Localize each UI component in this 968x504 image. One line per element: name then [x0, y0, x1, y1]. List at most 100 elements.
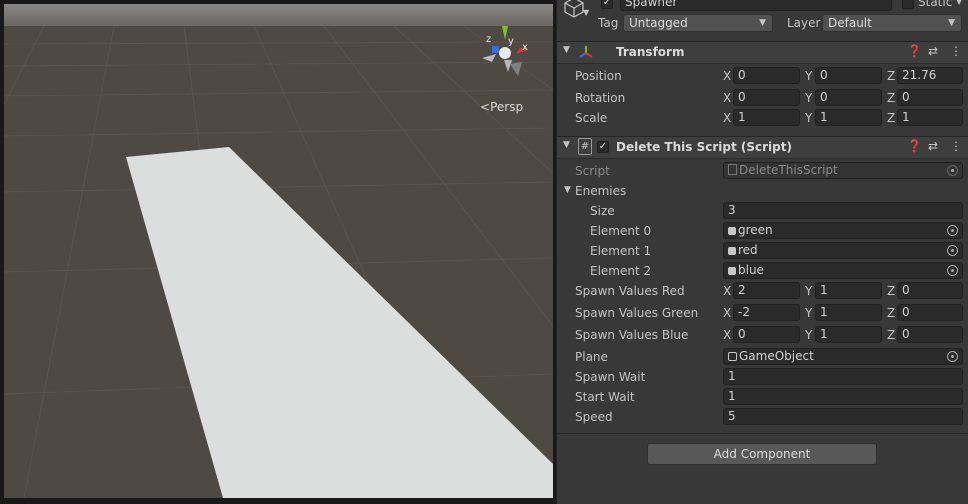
- persp-label: Persp: [490, 100, 524, 114]
- position-x-field[interactable]: 0: [733, 67, 800, 84]
- spawn-wait-label: Spawn Wait: [575, 370, 646, 384]
- static-label[interactable]: Static: [918, 0, 952, 9]
- axis-y-label[interactable]: Y: [805, 69, 812, 83]
- presets-icon[interactable]: ⇄: [928, 44, 938, 58]
- speed-field[interactable]: 5: [723, 408, 963, 425]
- tag-dropdown[interactable]: Untagged ▼: [623, 14, 773, 32]
- tag-label: Tag: [598, 16, 619, 30]
- help-icon[interactable]: ❓: [907, 139, 922, 153]
- add-component-button[interactable]: Add Component: [647, 443, 877, 465]
- axis-z-label[interactable]: Z: [887, 91, 895, 105]
- element-label: Element 2: [590, 264, 652, 278]
- element-value: green: [738, 223, 773, 237]
- projection-toggle[interactable]: <Persp: [480, 100, 523, 114]
- rotation-y-field[interactable]: 0: [815, 89, 882, 106]
- enemies-foldout[interactable]: ▼ Enemies: [557, 181, 968, 201]
- axis-x-label[interactable]: X: [723, 91, 731, 105]
- rotation-z-field[interactable]: 0: [897, 89, 963, 106]
- spawn-blue-z-field[interactable]: 0: [897, 326, 963, 343]
- axis-x-label[interactable]: X: [723, 284, 731, 298]
- axis-x-label[interactable]: X: [723, 328, 731, 342]
- axis-z-label[interactable]: Z: [887, 284, 895, 298]
- axis-y-label[interactable]: Y: [805, 91, 812, 105]
- axis-z-label[interactable]: Z: [887, 111, 895, 125]
- component-enabled-checkbox[interactable]: ✓: [597, 141, 609, 153]
- spawn-red-x-field[interactable]: 2: [733, 282, 800, 299]
- spawn-green-y-field[interactable]: 1: [815, 304, 882, 321]
- gameobject-cube-icon: [728, 352, 737, 361]
- foldout-arrow-icon[interactable]: ▼: [563, 45, 570, 55]
- gizmo-x-label: x: [522, 42, 528, 53]
- active-checkbox[interactable]: ✓: [601, 0, 613, 9]
- scale-z-field[interactable]: 1: [897, 109, 963, 126]
- spawn-blue-y-field[interactable]: 1: [815, 326, 882, 343]
- scale-y-field[interactable]: 1: [815, 109, 882, 126]
- axis-z-label[interactable]: Z: [887, 69, 895, 83]
- rotation-x-field[interactable]: 0: [733, 89, 800, 106]
- object-picker-icon[interactable]: [947, 265, 958, 276]
- spawn-values-green-row: Spawn Values Green X -2 Y 1 Z 0: [557, 303, 968, 323]
- size-label: Size: [590, 204, 615, 218]
- prefab-cube-icon: [728, 247, 736, 255]
- gameobject-cube-icon: [564, 0, 584, 18]
- orientation-gizmo[interactable]: z x y: [474, 24, 544, 86]
- axis-y-label[interactable]: Y: [805, 306, 812, 320]
- object-picker-icon[interactable]: [947, 245, 958, 256]
- transform-header[interactable]: ▼ Transform ❓ ⇄ ⋮: [557, 41, 968, 64]
- static-checkbox[interactable]: [902, 0, 914, 9]
- scale-x-field[interactable]: 1: [733, 109, 800, 126]
- presets-icon[interactable]: ⇄: [928, 139, 938, 153]
- size-field[interactable]: 3: [723, 202, 963, 219]
- layer-dropdown[interactable]: Default ▼: [822, 14, 962, 32]
- axis-x-label[interactable]: X: [723, 69, 731, 83]
- position-y-field[interactable]: 0: [815, 67, 882, 84]
- spawn-wait-field[interactable]: 1: [723, 368, 963, 385]
- foldout-arrow-icon[interactable]: ▼: [564, 185, 571, 195]
- position-z-field[interactable]: 21.76: [897, 67, 963, 84]
- tag-value: Untagged: [629, 16, 688, 30]
- spawn-red-y-field[interactable]: 1: [815, 282, 882, 299]
- object-picker-icon[interactable]: [947, 225, 958, 236]
- layer-value: Default: [828, 16, 872, 30]
- axis-y-label[interactable]: Y: [805, 328, 812, 342]
- static-dropdown-icon[interactable]: ▼: [956, 0, 962, 6]
- scene-ground: [4, 4, 553, 498]
- element-value: blue: [738, 263, 764, 277]
- axis-x-label[interactable]: X: [723, 111, 731, 125]
- scene-viewport[interactable]: z x y <Persp: [4, 4, 553, 498]
- element-object-field[interactable]: blue: [723, 262, 963, 279]
- element-object-field[interactable]: red: [723, 242, 963, 259]
- spawn-values-blue-label: Spawn Values Blue: [575, 328, 689, 342]
- inspector-panel: ▼ ✓ Spawner Static ▼ Tag Untagged ▼ Layer…: [556, 0, 968, 504]
- plane-row: Plane GameObject: [557, 347, 968, 367]
- object-picker-icon[interactable]: [947, 351, 958, 362]
- scene-panel: z x y <Persp: [0, 0, 556, 504]
- spawn-blue-x-field[interactable]: 0: [733, 326, 800, 343]
- axis-z-label[interactable]: Z: [887, 328, 895, 342]
- axis-y-label[interactable]: Y: [805, 111, 812, 125]
- plane-object-field[interactable]: GameObject: [723, 348, 963, 365]
- icon-dropdown-arrow-icon[interactable]: ▼: [583, 8, 589, 17]
- transform-position-row: Position X 0 Y 0 Z 21.76: [557, 66, 968, 86]
- object-picker-icon: [947, 165, 958, 176]
- foldout-arrow-icon[interactable]: ▼: [563, 140, 570, 150]
- object-name-field[interactable]: Spawner: [620, 0, 892, 11]
- gizmo-z-label: z: [486, 34, 491, 45]
- axis-x-label[interactable]: X: [723, 306, 731, 320]
- script-label: Script: [575, 164, 610, 178]
- spawn-red-z-field[interactable]: 0: [897, 282, 963, 299]
- start-wait-field[interactable]: 1: [723, 388, 963, 405]
- script-component-header[interactable]: ▼ # ✓ Delete This Script (Script) ❓ ⇄ ⋮: [557, 136, 968, 159]
- enemies-size-row: Size 3: [557, 201, 968, 221]
- spawn-green-x-field[interactable]: -2: [733, 304, 800, 321]
- spawn-green-z-field[interactable]: 0: [897, 304, 963, 321]
- more-options-icon[interactable]: ⋮: [950, 44, 962, 58]
- axis-z-label[interactable]: Z: [887, 306, 895, 320]
- transform-title: Transform: [616, 45, 685, 59]
- more-options-icon[interactable]: ⋮: [950, 139, 962, 153]
- spawn-values-blue-row: Spawn Values Blue X 0 Y 1 Z 0: [557, 325, 968, 345]
- element-object-field[interactable]: green: [723, 222, 963, 239]
- axis-y-label[interactable]: Y: [805, 284, 812, 298]
- help-icon[interactable]: ❓: [907, 44, 922, 58]
- start-wait-row: Start Wait 1: [557, 387, 968, 407]
